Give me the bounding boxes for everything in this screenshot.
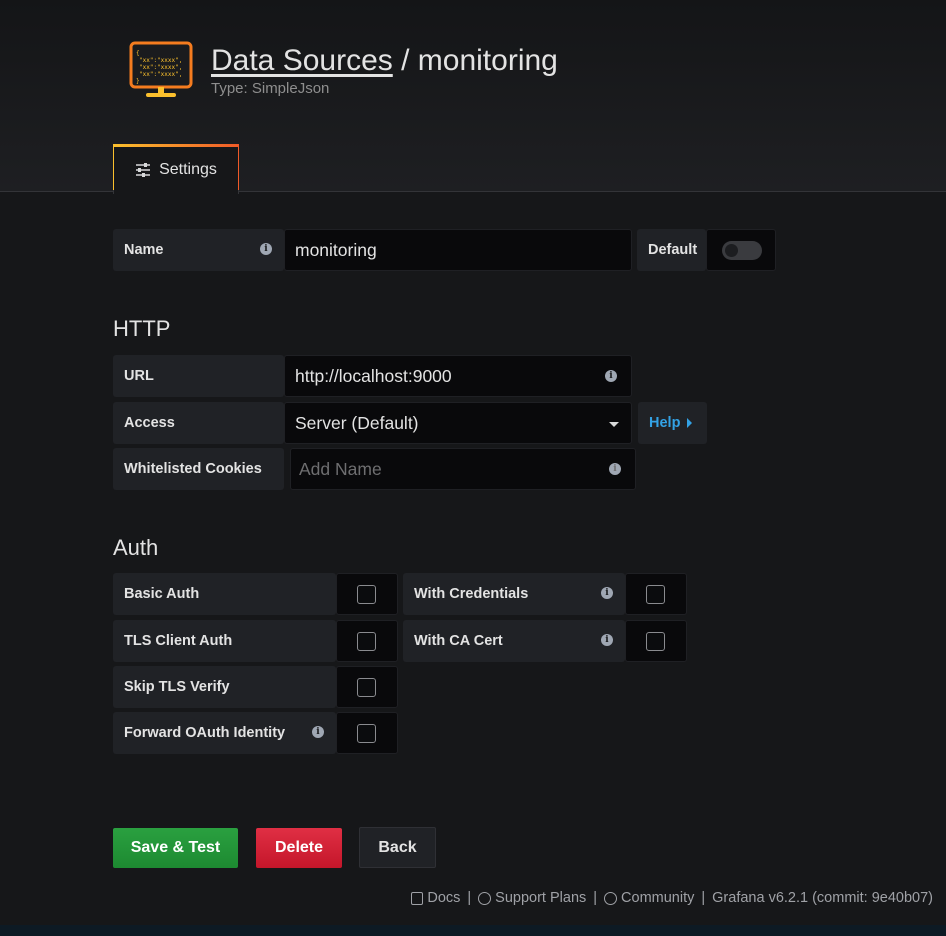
with-ca-cert-label-text: With CA Cert	[414, 633, 503, 649]
info-icon[interactable]: i	[609, 463, 621, 475]
with-credentials-label: With Credentials i	[403, 573, 625, 615]
default-toggle-container	[706, 229, 776, 271]
delete-button[interactable]: Delete	[256, 828, 342, 868]
footer-separator: |	[467, 890, 472, 906]
file-icon	[411, 891, 424, 905]
footer-community-link[interactable]: Community	[621, 890, 694, 906]
url-label: URL	[113, 355, 284, 397]
footer-separator: |	[593, 890, 598, 906]
skip-tls-verify-label: Skip TLS Verify	[113, 666, 336, 708]
cookies-input-placeholder: Add Name	[299, 458, 382, 479]
back-button[interactable]: Back	[359, 827, 436, 868]
info-icon[interactable]: i	[601, 587, 613, 599]
cookies-label-text: Whitelisted Cookies	[124, 461, 262, 477]
with-ca-cert-label: With CA Cert i	[403, 620, 625, 662]
footer: Docs | Support Plans | Community | Grafa…	[411, 890, 933, 906]
caret-right-icon	[687, 418, 693, 428]
toggle-knob	[725, 244, 738, 257]
info-icon[interactable]: i	[601, 634, 613, 646]
access-select[interactable]: Server (Default)	[284, 402, 632, 444]
basic-auth-checkbox[interactable]	[357, 585, 376, 604]
info-icon[interactable]: i	[312, 726, 324, 738]
svg-text:}: }	[136, 78, 140, 85]
breadcrumb-separator: /	[392, 44, 418, 77]
breadcrumb-current: monitoring	[417, 44, 558, 77]
with-credentials-checkbox[interactable]	[646, 585, 665, 604]
with-credentials-label-text: With Credentials	[414, 586, 529, 602]
tls-client-auth-label: TLS Client Auth	[113, 620, 336, 662]
page-header: { "xx":"xxxx", "xx":"xxxx", "xx":"xxxx",…	[0, 0, 946, 193]
access-select-value: Server (Default)	[295, 412, 419, 433]
url-label-text: URL	[124, 368, 154, 384]
info-icon[interactable]: i	[605, 370, 617, 382]
url-input[interactable]: http://localhost:9000 i	[284, 355, 632, 397]
footer-docs-link[interactable]: Docs	[427, 890, 460, 906]
with-ca-cert-checkbox-container	[625, 620, 687, 662]
svg-text:"xx":"xxxx",: "xx":"xxxx",	[139, 64, 182, 71]
page-title: Data Sources / monitoring	[211, 44, 558, 78]
default-toggle[interactable]	[722, 241, 762, 260]
forward-oauth-checkbox-container	[336, 712, 398, 754]
name-input-value: monitoring	[295, 239, 377, 260]
name-label-text: Name	[124, 242, 164, 258]
cookies-input[interactable]: Add Name i	[290, 448, 636, 490]
forward-oauth-checkbox[interactable]	[357, 724, 376, 743]
basic-auth-label-text: Basic Auth	[124, 586, 200, 602]
name-input[interactable]: monitoring	[284, 229, 632, 271]
default-label: Default	[637, 229, 706, 271]
svg-text:"xx":"xxxx",: "xx":"xxxx",	[139, 71, 182, 78]
footer-version: Grafana v6.2.1 (commit: 9e40b07)	[712, 890, 933, 906]
breadcrumb-datasources-link[interactable]: Data Sources	[211, 44, 393, 77]
tls-client-auth-checkbox-container	[336, 620, 398, 662]
datasource-json-icon: { "xx":"xxxx", "xx":"xxxx", "xx":"xxxx",…	[129, 41, 193, 97]
os-taskbar	[0, 925, 946, 936]
http-section-title: HTTP	[113, 316, 171, 341]
skip-tls-verify-checkbox-container	[336, 666, 398, 708]
tls-client-auth-checkbox[interactable]	[357, 632, 376, 651]
comment-icon	[604, 891, 618, 905]
access-label-text: Access	[124, 415, 175, 431]
help-button-label: Help	[649, 415, 681, 431]
tab-underline-cover	[113, 190, 239, 194]
with-credentials-checkbox-container	[625, 573, 687, 615]
basic-auth-checkbox-container	[336, 573, 398, 615]
forward-oauth-label-text: Forward OAuth Identity	[124, 725, 286, 741]
url-input-value: http://localhost:9000	[295, 365, 452, 386]
save-test-button[interactable]: Save & Test	[113, 828, 238, 868]
svg-text:"xx":"xxxx",: "xx":"xxxx",	[139, 57, 182, 64]
skip-tls-verify-checkbox[interactable]	[357, 678, 376, 697]
caret-down-icon	[609, 422, 619, 427]
cookies-label: Whitelisted Cookies	[113, 448, 284, 490]
forward-oauth-label: Forward OAuth Identity i	[113, 712, 336, 754]
tab-settings[interactable]: Settings	[113, 144, 239, 193]
footer-support-link[interactable]: Support Plans	[495, 890, 586, 906]
support-icon	[478, 891, 492, 905]
footer-separator: |	[701, 890, 706, 906]
sliders-icon	[136, 163, 151, 177]
default-label-text: Default	[648, 242, 698, 258]
auth-section-title: Auth	[113, 535, 159, 560]
basic-auth-label: Basic Auth	[113, 573, 336, 615]
help-button[interactable]: Help	[638, 402, 707, 444]
with-ca-cert-checkbox[interactable]	[646, 632, 665, 651]
name-label: Name i	[113, 229, 284, 271]
info-icon[interactable]: i	[260, 243, 272, 255]
datasource-type: Type: SimpleJson	[211, 80, 330, 97]
access-label: Access	[113, 402, 284, 444]
tls-client-auth-label-text: TLS Client Auth	[124, 633, 233, 649]
svg-text:{: {	[136, 50, 140, 57]
skip-tls-verify-label-text: Skip TLS Verify	[124, 679, 230, 695]
tab-settings-label: Settings	[159, 161, 217, 178]
